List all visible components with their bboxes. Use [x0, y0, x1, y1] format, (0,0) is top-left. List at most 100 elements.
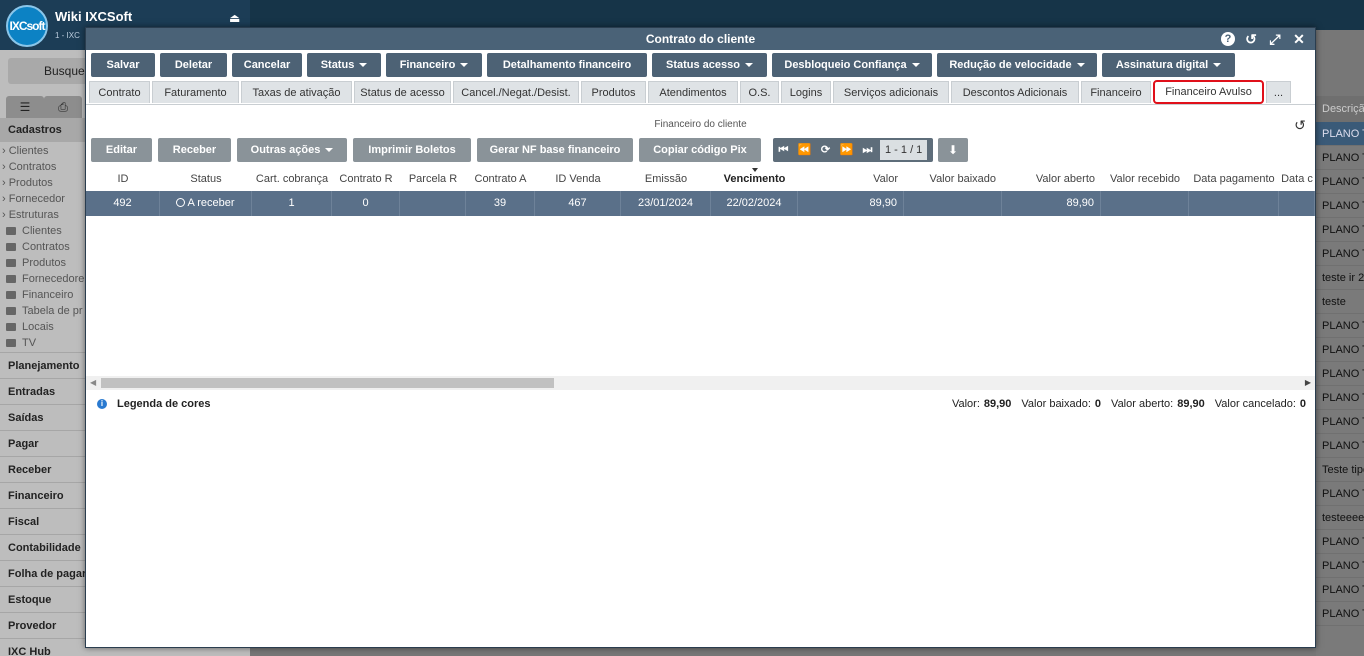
column-header-valor-baixado[interactable]: Valor baixado — [904, 168, 1002, 190]
column-header-parcela-r[interactable]: Parcela R — [400, 168, 466, 190]
modal-tabs: Contrato Faturamento Taxas de ativação Stat… — [89, 80, 1291, 104]
copiar-codigo-pix-button[interactable]: Copiar código Pix — [639, 138, 761, 162]
color-legend-link[interactable]: Legenda de cores — [117, 398, 211, 410]
print-tab[interactable]: ⎙ — [44, 96, 82, 118]
logout-icon[interactable]: ⏏ — [229, 11, 240, 25]
maximize-icon[interactable]: ⤢ — [1267, 31, 1283, 47]
column-header-valor-aberto[interactable]: Valor aberto — [1002, 168, 1101, 190]
history-icon[interactable]: ↺ — [1243, 31, 1259, 47]
detalhamento-financeiro-button[interactable]: Detalhamento financeiro — [487, 53, 647, 77]
cell-valor-recebido — [1101, 191, 1189, 216]
caret-down-icon — [744, 63, 753, 67]
cancelar-button[interactable]: Cancelar — [232, 53, 302, 77]
background-row: PLANO T — [1316, 194, 1364, 218]
column-header-id[interactable]: ID — [86, 168, 160, 190]
assinatura-digital-label: Assinatura digital — [1115, 59, 1209, 71]
column-header-emissao[interactable]: Emissão — [621, 168, 711, 190]
aberto-label: Valor aberto: — [1111, 398, 1174, 410]
column-header-data-c[interactable]: Data c — [1279, 168, 1315, 190]
tab-financeiro[interactable]: Financeiro — [1081, 81, 1151, 103]
close-icon[interactable]: ✕ — [1291, 31, 1307, 47]
tab-cancel-negat-desist[interactable]: Cancel./Negat./Desist. — [453, 81, 579, 103]
previous-page-icon[interactable]: ⏪ — [794, 138, 815, 162]
tab-more[interactable]: ... — [1266, 81, 1291, 103]
column-header-id-venda[interactable]: ID Venda — [535, 168, 621, 190]
column-header-vencimento[interactable]: Vencimento — [711, 168, 798, 190]
tab-financeiro-avulso[interactable]: Financeiro Avulso — [1153, 80, 1264, 104]
first-page-icon[interactable]: ⏮ — [773, 138, 794, 162]
cell-vencimento: 22/02/2024 — [711, 191, 798, 216]
tab-taxas-de-ativacao[interactable]: Taxas de ativação — [241, 81, 352, 103]
background-row: PLANO T — [1316, 578, 1364, 602]
salvar-button[interactable]: Salvar — [91, 53, 155, 77]
column-header-contrato-r[interactable]: Contrato R — [332, 168, 400, 190]
status-acesso-button[interactable]: Status acesso — [652, 53, 767, 77]
valor-value: 89,90 — [983, 398, 1012, 410]
tab-descontos-adicionais[interactable]: Descontos Adicionais — [951, 81, 1079, 103]
scroll-left-icon[interactable]: ◀ — [90, 378, 96, 387]
column-header-status[interactable]: Status — [160, 168, 252, 190]
background-row: PLANO T — [1316, 338, 1364, 362]
receber-button[interactable]: Receber — [158, 138, 231, 162]
background-row: PLANO T — [1316, 386, 1364, 410]
tab-o-s[interactable]: O.S. — [740, 81, 779, 103]
description-header: Descriçã — [1316, 96, 1364, 122]
detalhamento-financeiro-label: Detalhamento financeiro — [502, 59, 632, 71]
scrollbar-thumb[interactable] — [101, 378, 554, 388]
assinatura-digital-button[interactable]: Assinatura digital — [1102, 53, 1235, 77]
background-row: Teste tipo — [1316, 458, 1364, 482]
column-header-cart-cobranca[interactable]: Cart. cobrança — [252, 168, 332, 190]
app-title: Wiki IXCSoft — [55, 9, 133, 24]
imprimir-boletos-label: Imprimir Boletos — [368, 144, 456, 156]
column-header-valor[interactable]: Valor — [798, 168, 904, 190]
grid-footer: i Legenda de cores Valor: 89,90 Valor ba… — [86, 394, 1315, 414]
column-header-data-pagamento[interactable]: Data pagamento — [1189, 168, 1279, 190]
scroll-right-icon[interactable]: ▶ — [1305, 378, 1311, 387]
desbloqueio-confianca-label: Desbloqueio Confiança — [784, 59, 907, 71]
column-header-contrato-a[interactable]: Contrato A — [466, 168, 535, 190]
cell-valor-aberto: 89,90 — [1002, 191, 1101, 216]
table-row[interactable]: 492 A receber 1 0 39 467 23/01/2024 22/02/2024 8… — [86, 191, 1315, 216]
background-row: PLANO T — [1316, 482, 1364, 506]
cell-parcela-r — [400, 191, 466, 216]
last-page-icon[interactable]: ⏭ — [857, 138, 878, 162]
imprimir-boletos-button[interactable]: Imprimir Boletos — [353, 138, 471, 162]
tab-atendimentos[interactable]: Atendimentos — [648, 81, 738, 103]
tab-faturamento[interactable]: Faturamento — [152, 81, 239, 103]
download-icon[interactable]: ⬇ — [938, 138, 968, 162]
tab-logins[interactable]: Logins — [781, 81, 831, 103]
gerar-nf-base-financeiro-button[interactable]: Gerar NF base financeiro — [477, 138, 633, 162]
clock-icon — [176, 198, 186, 207]
help-icon[interactable]: ? — [1221, 32, 1235, 46]
cell-data-pagamento — [1189, 191, 1279, 216]
financeiro-button[interactable]: Financeiro — [386, 53, 482, 77]
desbloqueio-confianca-button[interactable]: Desbloqueio Confiança — [772, 53, 932, 77]
caret-down-icon — [1213, 63, 1222, 67]
cell-contrato-r: 0 — [332, 191, 400, 216]
menu-list-tab[interactable]: ☰ — [6, 96, 44, 118]
section-title: Financeiro do cliente — [654, 119, 747, 130]
tab-servicos-adicionais[interactable]: Serviços adicionais — [833, 81, 949, 103]
editar-button[interactable]: Editar — [91, 138, 152, 162]
next-page-icon[interactable]: ⏩ — [836, 138, 857, 162]
outras-acoes-button[interactable]: Outras ações — [237, 138, 347, 162]
tab-status-de-acesso[interactable]: Status de acesso — [354, 81, 451, 103]
deletar-button[interactable]: Deletar — [160, 53, 227, 77]
reducao-de-velocidade-button[interactable]: Redução de velocidade — [937, 53, 1097, 77]
baixado-label: Valor baixado: — [1021, 398, 1091, 410]
caret-down-icon — [1076, 63, 1085, 67]
gerar-nf-base-financeiro-label: Gerar NF base financeiro — [489, 144, 621, 156]
modal-toolbar: Salvar Deletar Cancelar Status Financeiro Det… — [91, 53, 1235, 77]
status-button[interactable]: Status — [307, 53, 381, 77]
restore-icon[interactable]: ↺ — [1292, 117, 1308, 133]
refresh-icon[interactable]: ⟳ — [815, 138, 836, 162]
cell-id: 492 — [86, 191, 160, 216]
financeiro-label: Financeiro — [399, 59, 456, 71]
status-label: Status — [320, 59, 355, 71]
tab-contrato[interactable]: Contrato — [89, 81, 150, 103]
tab-produtos[interactable]: Produtos — [581, 81, 646, 103]
column-header-valor-recebido[interactable]: Valor recebido — [1101, 168, 1189, 190]
horizontal-scrollbar[interactable]: ◀ ▶ — [86, 376, 1315, 390]
background-row: PLANO T — [1316, 218, 1364, 242]
background-grid-description-column: Descriçã PLANO TPLANO TPLANO TPLANO TPLA… — [1316, 96, 1364, 656]
